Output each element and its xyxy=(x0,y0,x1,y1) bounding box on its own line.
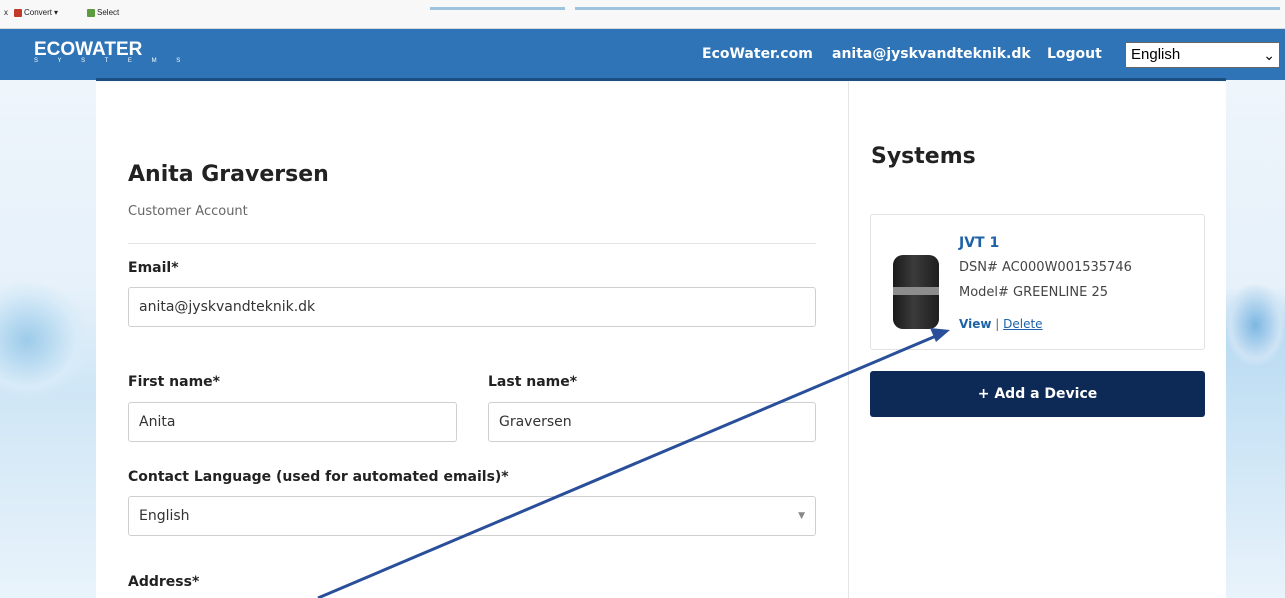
customer-name: Anita Graversen xyxy=(128,162,329,187)
dropdown-arrow-icon: ▾ xyxy=(54,8,59,17)
nav-ecowater-link[interactable]: EcoWater.com xyxy=(702,46,813,62)
select-button[interactable]: Select xyxy=(87,8,119,17)
pdf-icon xyxy=(14,8,22,17)
divider xyxy=(128,243,816,244)
chevron-down-icon: ⌄ xyxy=(1263,47,1275,63)
select-icon xyxy=(87,8,95,17)
last-name-label: Last name* xyxy=(488,374,578,390)
water-splash-right xyxy=(1226,285,1285,365)
contact-language-label: Contact Language (used for automated ema… xyxy=(128,469,509,485)
systems-title: Systems xyxy=(871,144,976,169)
device-dsn: DSN# AC000W001535746 xyxy=(959,260,1132,275)
language-select[interactable]: English ⌄ xyxy=(1125,42,1280,68)
device-name-link[interactable]: JVT 1 xyxy=(959,235,999,251)
nav-logout-link[interactable]: Logout xyxy=(1047,46,1102,62)
convert-button[interactable]: Convert ▾ xyxy=(14,8,58,17)
tab-indicator xyxy=(575,7,1280,10)
view-device-link[interactable]: View xyxy=(959,317,991,331)
systems-panel: Systems JVT 1 DSN# AC000W001535746 Model… xyxy=(848,82,1226,598)
water-splash-left xyxy=(0,280,90,400)
account-type: Customer Account xyxy=(128,204,248,219)
close-icon[interactable]: x xyxy=(4,8,8,17)
email-label: Email* xyxy=(128,260,179,276)
last-name-field[interactable]: Graversen xyxy=(488,402,816,442)
nav-user-email-link[interactable]: anita@jyskvandteknik.dk xyxy=(832,46,1031,62)
device-model: Model# GREENLINE 25 xyxy=(959,285,1109,300)
add-device-button[interactable]: + Add a Device xyxy=(870,371,1205,417)
site-header: ECOWATER S Y S T E M S EcoWater.com anit… xyxy=(0,29,1285,81)
ecowater-logo[interactable]: ECOWATER S Y S T E M S xyxy=(34,39,189,64)
account-panel: Anita Graversen Customer Account Email* … xyxy=(96,82,848,598)
dropdown-arrow-icon: ▼ xyxy=(798,511,805,521)
device-actions: View | Delete xyxy=(959,317,1043,331)
email-field[interactable]: anita@jyskvandteknik.dk xyxy=(128,287,816,327)
contact-language-select[interactable]: English ▼ xyxy=(128,496,816,536)
pdf-toolbar: x Convert ▾ Select xyxy=(0,0,1285,29)
delete-device-link[interactable]: Delete xyxy=(1003,317,1042,331)
header-underline xyxy=(96,78,1226,81)
device-card: JVT 1 DSN# AC000W001535746 Model# GREENL… xyxy=(870,214,1205,350)
first-name-label: First name* xyxy=(128,374,220,390)
address-label: Address* xyxy=(128,574,200,590)
tab-indicator xyxy=(430,7,565,10)
first-name-field[interactable]: Anita xyxy=(128,402,457,442)
water-softener-image xyxy=(893,255,939,329)
